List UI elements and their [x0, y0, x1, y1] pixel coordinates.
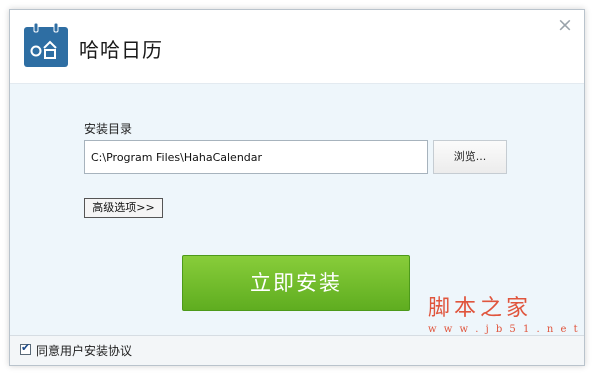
advanced-options-button[interactable]: 高级选项>> — [84, 198, 163, 218]
watermark-url: w w w . j b 5 1 . n e t — [428, 324, 580, 335]
install-now-button[interactable]: 立即安装 — [182, 255, 410, 311]
close-button[interactable]: × — [554, 14, 576, 36]
watermark-title: 脚本之家 — [428, 296, 533, 321]
watermark: 脚本之家 w w w . j b 5 1 . n e t — [428, 290, 580, 335]
agree-label[interactable]: 同意用户安装协议 — [36, 342, 132, 359]
install-dir-label: 安装目录 — [84, 122, 133, 136]
browse-button[interactable]: 浏览... — [433, 140, 507, 174]
agree-checkbox[interactable]: ✔ — [20, 341, 31, 355]
calendar-logo-icon — [24, 22, 68, 67]
footer: ✔ 同意用户安装协议 — [10, 335, 584, 365]
install-path-input[interactable] — [84, 140, 428, 174]
app-title: 哈哈日历 — [79, 38, 163, 62]
header: 哈哈日历 × — [10, 10, 584, 84]
checkmark-icon: ✔ — [21, 341, 31, 354]
